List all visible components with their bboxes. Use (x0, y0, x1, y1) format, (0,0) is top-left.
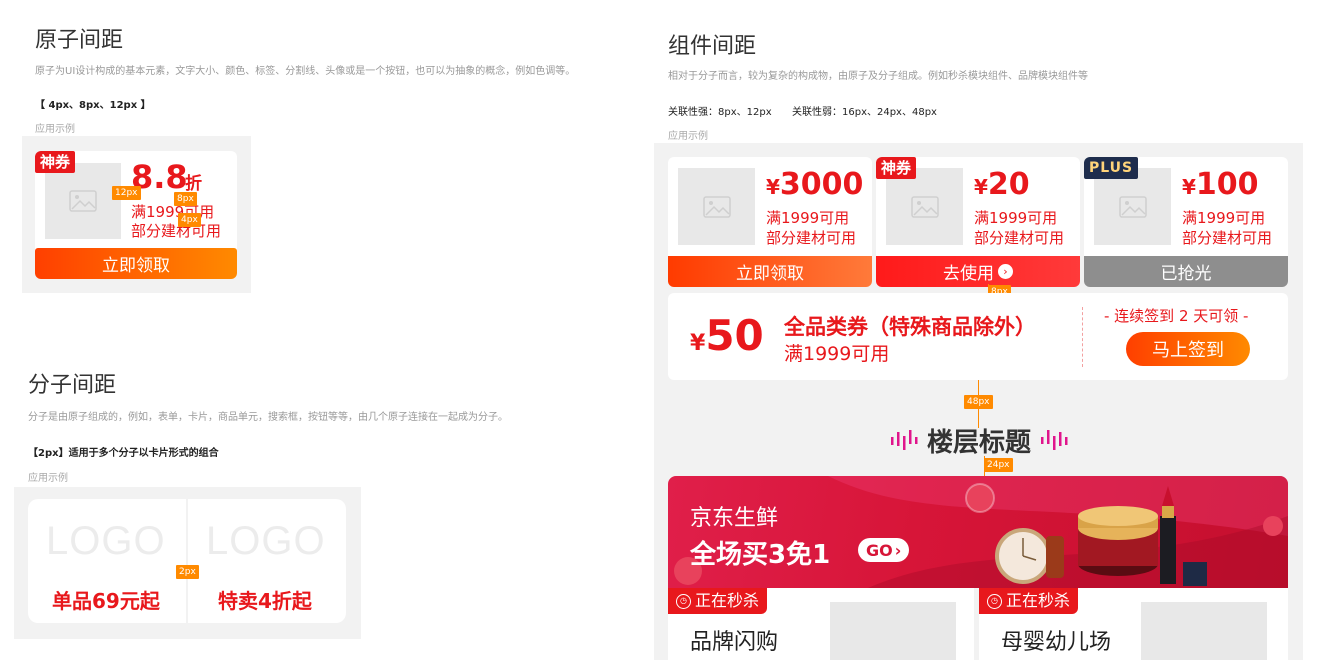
molecule-title: 分子间距 (28, 373, 117, 398)
use-button[interactable]: 去使用 › (876, 256, 1080, 287)
sound-wave-icon (890, 430, 918, 450)
coupon-condition: 满1999可用 (131, 203, 215, 221)
banner-line-1: 京东生鲜 (690, 506, 779, 531)
spacing-tag-8px: 8px (174, 192, 197, 206)
molecule-example-panel: LOGO 单品69元起 LOGO 特卖4折起 2px (14, 487, 361, 639)
currency-symbol: ¥ (766, 175, 780, 199)
clock-icon: ◷ (676, 593, 691, 609)
product-image-placeholder (1094, 168, 1171, 245)
spacing-tag-12px: 12px (112, 186, 141, 200)
coupon-scope: 部分建材可用 (974, 229, 1065, 247)
spacing-tag-2px: 2px (176, 565, 199, 579)
sold-out-button[interactable]: 已抢光 (1084, 256, 1288, 287)
currency-symbol: ¥ (974, 175, 988, 199)
dashed-divider (1082, 307, 1083, 367)
coupon-scope: 部分建材可用 (131, 222, 222, 240)
spacing-tag-48px: 48px (964, 395, 993, 409)
claim-button[interactable]: 立即领取 (668, 256, 872, 287)
image-icon (1118, 195, 1147, 218)
seckill-card-2[interactable]: ◷ 正在秒杀 母婴幼儿场 (979, 588, 1288, 660)
seckill-label-text: 正在秒杀 (695, 591, 760, 610)
price-value: 50 (705, 311, 764, 360)
component-title: 组件间距 (668, 34, 757, 59)
go-label: GO (866, 540, 893, 560)
price-value: 20 (987, 167, 1030, 202)
brand-offer: 特卖4折起 (218, 589, 312, 613)
spacing-tag-4px: 4px (178, 213, 201, 227)
atom-example-panel: 神券 8.8 折 满1999可用 部分建材可用 立即领取 12px 8px 4p… (22, 136, 251, 293)
wide-coupon-price: ¥50 (690, 311, 764, 370)
molecule-spacing: 【2px】适用于多个分子以卡片形式的组合 (28, 448, 219, 459)
atom-desc: 原子为UI设计构成的基本元素，文字大小、颜色、标签、分割线、头像或是一个按钮，也… (35, 66, 576, 77)
molecule-desc: 分子是由原子组成的，例如，表单，卡片，商品单元，搜索框，按钮等等，由几个原子连接… (28, 412, 508, 423)
seckill-label-text: 正在秒杀 (1006, 591, 1071, 610)
image-icon (69, 190, 97, 212)
atom-title: 原子间距 (35, 28, 124, 53)
price-value: 100 (1195, 167, 1259, 202)
coupon-price: ¥100 (1182, 167, 1259, 205)
coupon-card-2[interactable]: 神券 ¥20 满1999可用 部分建材可用 去使用 › (876, 157, 1080, 287)
discount-unit: 折 (185, 174, 202, 194)
strong-relation: 关联性强：8px、12px (668, 107, 772, 118)
component-desc: 相对于分子而言，较为复杂的构成物，由原子及分子组成。例如秒杀模块组件、品牌模块组… (668, 71, 1088, 82)
coupon-card-3[interactable]: PLUS ¥100 满1999可用 部分建材可用 已抢光 (1084, 157, 1288, 287)
sound-wave-icon (1041, 430, 1068, 450)
coupon-badge: 神券 (35, 151, 76, 173)
use-button-label: 去使用 (943, 264, 994, 284)
wide-coupon-title: 全品类券（特殊商品除外） (784, 315, 1036, 339)
coupon-scope: 部分建材可用 (766, 229, 857, 247)
floor-title: 楼层标题 (926, 427, 1031, 458)
brand-logo: LOGO (206, 519, 326, 563)
seckill-label: ◷ 正在秒杀 (979, 588, 1079, 614)
coupon-card-1[interactable]: ¥3000 满1999可用 部分建材可用 立即领取 (668, 157, 872, 287)
molecule-example-label: 应用示例 (28, 473, 68, 484)
product-image-placeholder (678, 168, 755, 245)
component-example-panel: ¥3000 满1999可用 部分建材可用 立即领取 神券 ¥20 满1999可用… (654, 143, 1303, 660)
seckill-name: 母婴幼儿场 (1001, 630, 1112, 655)
wide-coupon-condition: 满1999可用 (784, 343, 890, 365)
coupon-condition: 满1999可用 (974, 209, 1058, 227)
signin-hint: - 连续签到 2 天可领 - (1104, 307, 1249, 325)
atom-coupon-card[interactable]: 神券 8.8 折 满1999可用 部分建材可用 立即领取 (35, 151, 237, 279)
brand-card-1[interactable]: LOGO 单品69元起 (28, 499, 186, 623)
coupon-price: ¥20 (974, 167, 1030, 205)
floor-header: 楼层标题 (874, 423, 1084, 458)
banner-decoration (674, 476, 1288, 588)
coupon-price: ¥3000 (766, 167, 863, 205)
brand-offer: 单品69元起 (52, 589, 160, 613)
price-value: 3000 (779, 167, 864, 202)
product-image-placeholder (886, 168, 963, 245)
chevron-right-icon: › (998, 264, 1013, 279)
coupon-badge: 神券 (876, 157, 917, 179)
product-image-placeholder (830, 602, 956, 660)
product-image-placeholder (1141, 602, 1267, 660)
image-icon (910, 195, 939, 218)
coupon-scope: 部分建材可用 (1182, 229, 1273, 247)
brand-card-2[interactable]: LOGO 特卖4折起 (188, 499, 346, 623)
banner-line-2: 全场买3免1 (690, 540, 831, 570)
product-image-placeholder (45, 163, 121, 239)
clock-icon: ◷ (987, 593, 1002, 609)
claim-button[interactable]: 立即领取 (35, 248, 237, 279)
image-icon (702, 195, 731, 218)
plus-badge: PLUS (1084, 157, 1139, 179)
promo-banner[interactable]: 京东生鲜 全场买3免1 GO › (668, 476, 1288, 588)
chevron-right-icon: › (894, 540, 902, 560)
wide-coupon-card[interactable]: ¥50 全品类券（特殊商品除外） 满1999可用 - 连续签到 2 天可领 - … (668, 293, 1288, 380)
signin-button[interactable]: 马上签到 (1126, 332, 1250, 366)
currency-symbol: ¥ (690, 331, 706, 356)
seckill-card-1[interactable]: ◷ 正在秒杀 品牌闪购 (668, 588, 974, 660)
brand-logo: LOGO (46, 519, 166, 563)
currency-symbol: ¥ (1182, 175, 1196, 199)
coupon-condition: 满1999可用 (766, 209, 850, 227)
seckill-label: ◷ 正在秒杀 (668, 588, 768, 614)
weak-relation: 关联性弱：16px、24px、48px (792, 107, 937, 118)
atom-spacing: 【 4px、8px、12px 】 (35, 100, 151, 111)
coupon-condition: 满1999可用 (1182, 209, 1266, 227)
component-example-label: 应用示例 (668, 131, 708, 142)
spacing-tag-24px: 24px (984, 458, 1013, 472)
seckill-name: 品牌闪购 (690, 630, 779, 655)
atom-example-label: 应用示例 (35, 124, 75, 135)
go-button[interactable]: GO › (858, 538, 910, 562)
